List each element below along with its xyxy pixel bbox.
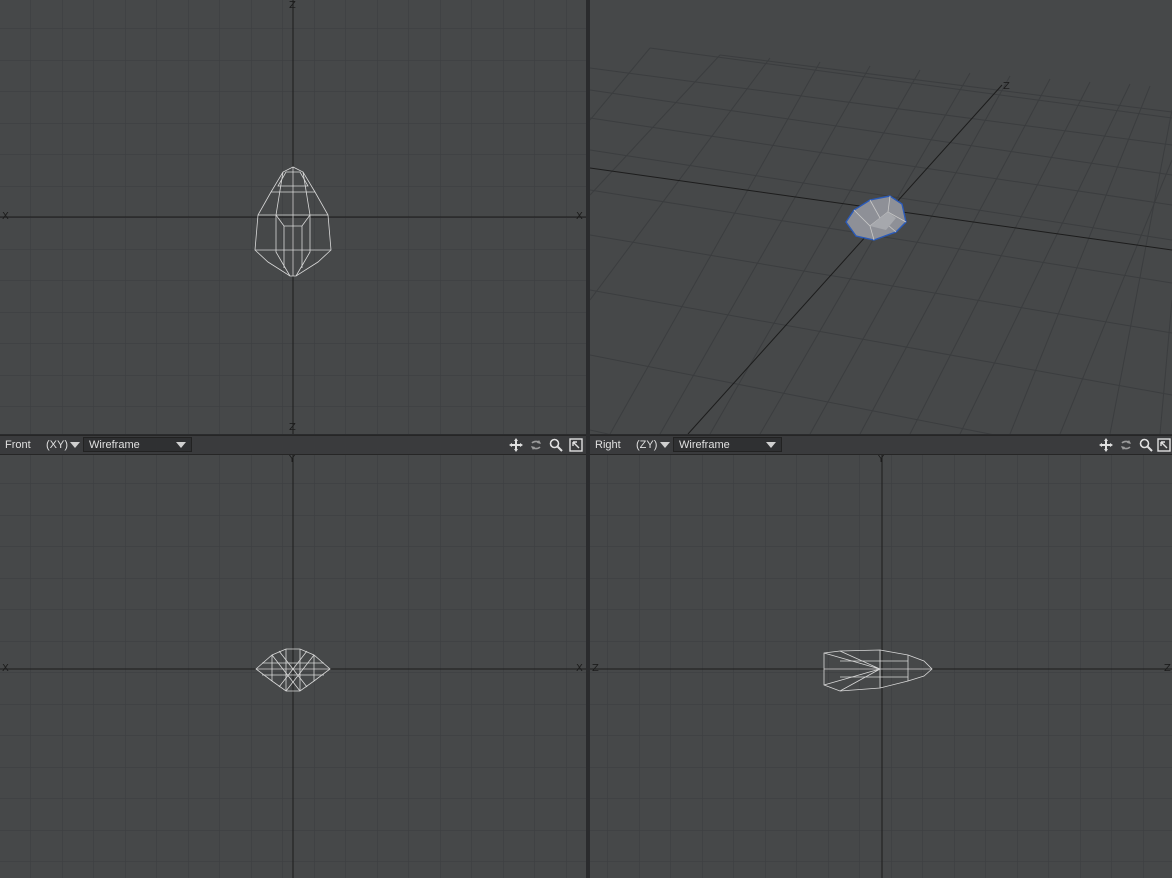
front-grid <box>0 455 586 878</box>
viewport-front[interactable]: Y X X <box>0 455 586 878</box>
right-viewport-name[interactable]: Right <box>595 439 621 451</box>
viewport-top[interactable]: Z Z X X <box>0 0 586 434</box>
front-render-mode-label: Wireframe <box>89 439 140 451</box>
viewport-perspective[interactable]: Z <box>590 0 1172 434</box>
front-view-tools <box>507 436 586 454</box>
front-axis-label-top: Y <box>289 455 295 465</box>
magnifier-icon[interactable] <box>1137 437 1155 453</box>
front-viewport-bar: Front (XY) Wireframe <box>0 435 586 455</box>
top-axis-label-right: X <box>576 212 583 222</box>
front-viewport-axes[interactable]: (XY) <box>46 439 68 451</box>
right-grid <box>590 455 1172 878</box>
magnifier-icon[interactable] <box>547 437 565 453</box>
right-viewport-axes[interactable]: (ZY) <box>636 439 657 451</box>
right-view-tools <box>1097 436 1172 454</box>
right-render-mode-label: Wireframe <box>679 439 730 451</box>
front-render-mode-select[interactable]: Wireframe <box>83 437 192 452</box>
right-viewport-bar: Right (ZY) Wireframe <box>590 435 1172 455</box>
top-axis-label-top: Z <box>289 1 296 11</box>
front-axis-label-right: X <box>576 664 583 674</box>
top-axis-label-bottom: Z <box>289 423 296 433</box>
right-render-mode-select[interactable]: Wireframe <box>673 437 782 452</box>
right-axis-label-right: Z <box>1164 664 1171 674</box>
viewport-right[interactable]: Y Z Z <box>590 455 1172 878</box>
front-axis-label-left: X <box>2 664 9 674</box>
right-view-dropdown-icon[interactable] <box>660 442 670 448</box>
perspective-mesh <box>846 196 906 240</box>
top-grid <box>0 0 586 434</box>
perspective-grid <box>590 0 1172 434</box>
perspective-grid-lines <box>590 48 1172 434</box>
front-view-dropdown-icon[interactable] <box>70 442 80 448</box>
move-icon[interactable] <box>507 437 525 453</box>
right-axis-label-top: Y <box>878 455 884 465</box>
move-icon[interactable] <box>1097 437 1115 453</box>
right-axis-label-left: Z <box>592 664 599 674</box>
chevron-down-icon <box>766 442 776 448</box>
perspective-axis-label: Z <box>1003 82 1010 92</box>
maximize-icon[interactable] <box>1155 437 1172 453</box>
rotate-icon[interactable] <box>527 437 545 453</box>
maximize-icon[interactable] <box>567 437 585 453</box>
front-viewport-name[interactable]: Front <box>5 439 31 451</box>
top-axis-label-left: X <box>2 212 9 222</box>
chevron-down-icon <box>176 442 186 448</box>
rotate-icon[interactable] <box>1117 437 1135 453</box>
